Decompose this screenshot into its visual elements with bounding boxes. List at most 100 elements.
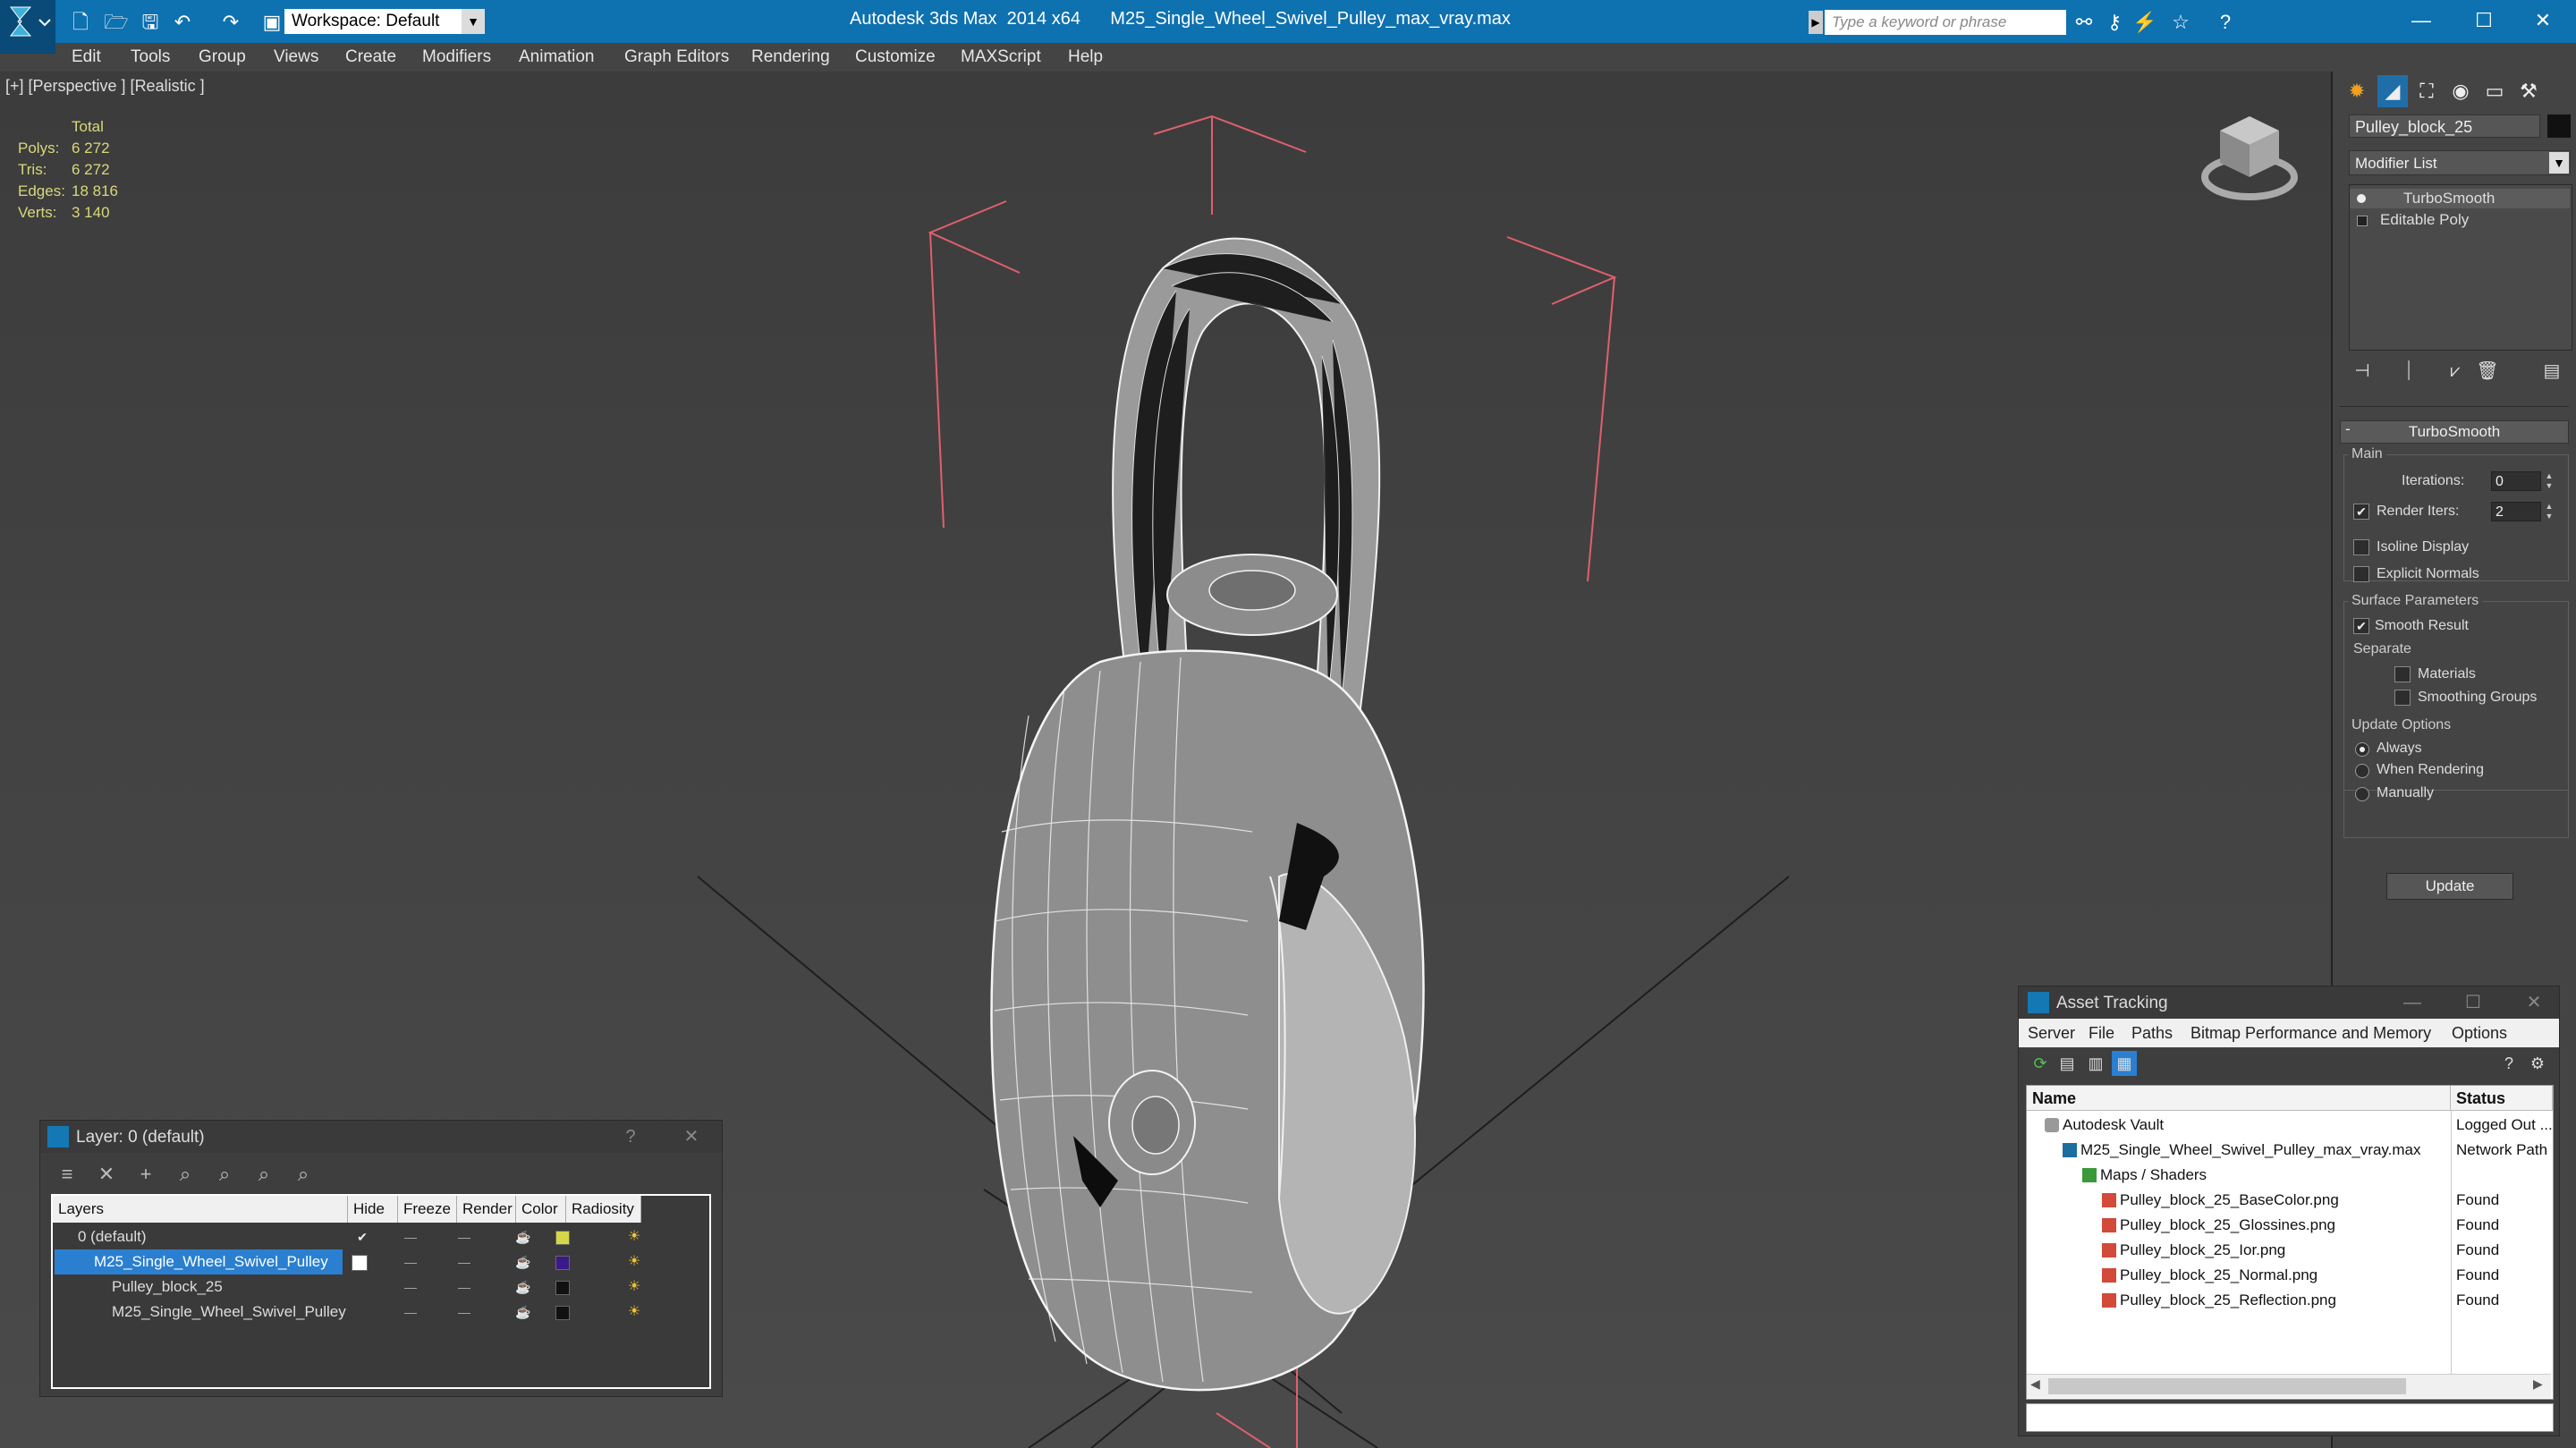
render-teapot-icon[interactable]: ☕ bbox=[505, 1224, 541, 1249]
radiosity-icon[interactable]: ☀ bbox=[625, 1253, 643, 1271]
chevron-down-icon[interactable]: ▼ bbox=[2549, 152, 2569, 174]
workspace-select[interactable]: Workspace: Default bbox=[284, 9, 476, 34]
asset-row[interactable]: Autodesk Vault Logged Out ... bbox=[2027, 1113, 2553, 1138]
close-icon[interactable]: ✕ bbox=[2521, 5, 2565, 36]
hide-toggle[interactable]: — bbox=[393, 1249, 428, 1274]
manually-radio[interactable] bbox=[2355, 787, 2369, 801]
save-file-icon[interactable]: 🖫 bbox=[134, 11, 166, 34]
asset-row[interactable]: Pulley_block_25_Reflection.png Found bbox=[2027, 1288, 2553, 1313]
communication-icon[interactable]: ⚡ bbox=[2132, 11, 2157, 34]
search-expand-icon[interactable]: ▶ bbox=[1809, 11, 1823, 34]
binoculars-icon[interactable]: ⚯ bbox=[2072, 11, 2097, 34]
layer-color-swatch[interactable] bbox=[555, 1306, 570, 1320]
render-teapot-icon[interactable]: ☕ bbox=[505, 1249, 541, 1274]
stack-item-editable-poly[interactable]: Editable Poly bbox=[2350, 210, 2570, 230]
menu-views[interactable]: Views bbox=[274, 43, 318, 72]
minimize-icon[interactable]: — bbox=[2402, 992, 2423, 1013]
delete-layer-icon[interactable]: ✕ bbox=[92, 1160, 121, 1189]
display-tab-icon[interactable]: ▭ bbox=[2479, 75, 2510, 107]
isoline-display-checkbox[interactable] bbox=[2353, 539, 2369, 555]
lightbulb-icon[interactable] bbox=[2357, 194, 2366, 203]
asset-row[interactable]: Pulley_block_25_Ior.png Found bbox=[2027, 1238, 2553, 1263]
create-tab-icon[interactable]: ✹ bbox=[2342, 75, 2372, 107]
column-status[interactable]: Status bbox=[2451, 1086, 2553, 1111]
close-icon[interactable]: ✕ bbox=[2523, 992, 2545, 1013]
asset-row[interactable]: Pulley_block_25_Normal.png Found bbox=[2027, 1263, 2553, 1288]
refresh-icon[interactable]: ⟳ bbox=[2028, 1051, 2053, 1076]
menu-paths[interactable]: Paths bbox=[2131, 1019, 2173, 1047]
column-freeze[interactable]: Freeze bbox=[398, 1196, 457, 1223]
menu-animation[interactable]: Animation bbox=[519, 43, 595, 72]
active-layer-check-icon[interactable]: ✔ bbox=[344, 1224, 380, 1249]
radiosity-icon[interactable]: ☀ bbox=[625, 1303, 643, 1321]
menu-options[interactable]: Options bbox=[2452, 1019, 2507, 1047]
redo-icon[interactable]: ↷ bbox=[215, 11, 247, 34]
motion-tab-icon[interactable]: ◉ bbox=[2445, 75, 2476, 107]
render-iters-spinner[interactable]: 2 bbox=[2491, 502, 2541, 521]
layer-row[interactable]: M25_Single_Wheel_Swivel_Pulley — — ☕ ☀ bbox=[53, 1249, 679, 1274]
modifier-list-dropdown[interactable]: Modifier List bbox=[2349, 150, 2571, 175]
asset-dialog-titlebar[interactable]: Asset Tracking — ☐ ✕ bbox=[2019, 987, 2559, 1019]
scroll-left-icon[interactable]: ◀ bbox=[2030, 1376, 2040, 1392]
column-layers[interactable]: Layers bbox=[53, 1196, 348, 1223]
hide-toggle[interactable]: — bbox=[393, 1300, 428, 1325]
spinner-arrows-icon[interactable]: ▲ ▼ bbox=[2543, 502, 2555, 521]
remove-modifier-icon[interactable]: 🗑 bbox=[2474, 358, 2501, 385]
add-to-layer-icon[interactable]: + bbox=[131, 1160, 160, 1189]
show-end-result-icon[interactable]: ⏐ bbox=[2395, 358, 2422, 385]
radiosity-icon[interactable]: ☀ bbox=[625, 1278, 643, 1296]
create-layer-icon[interactable]: ≡ bbox=[53, 1160, 81, 1189]
layer-row[interactable]: 0 (default) ✔ — — ☕ ☀ bbox=[53, 1224, 679, 1249]
object-color-swatch[interactable] bbox=[2547, 114, 2571, 138]
scrollbar-thumb[interactable] bbox=[2048, 1378, 2406, 1394]
hide-toggle[interactable]: — bbox=[393, 1274, 428, 1300]
freeze-toggle[interactable]: — bbox=[446, 1249, 482, 1274]
expand-icon[interactable] bbox=[2357, 216, 2368, 226]
open-file-icon[interactable]: 🗁 bbox=[100, 11, 132, 34]
layer-dialog-titlebar[interactable]: Layer: 0 (default) ? ✕ bbox=[40, 1121, 722, 1153]
menu-file[interactable]: File bbox=[2089, 1019, 2114, 1047]
chevron-down-icon[interactable]: ▼ bbox=[462, 9, 485, 34]
column-name[interactable]: Name bbox=[2027, 1086, 2451, 1111]
asset-row[interactable]: Maps / Shaders bbox=[2027, 1163, 2553, 1188]
freeze-all-layers-icon[interactable]: ⌕ bbox=[289, 1160, 318, 1189]
hide-toggle[interactable]: — bbox=[393, 1224, 428, 1249]
hierarchy-tab-icon[interactable]: ⛶ bbox=[2411, 75, 2442, 107]
layer-row[interactable]: Pulley_block_25 — — ☕ ☀ bbox=[53, 1274, 679, 1300]
layer-color-swatch[interactable] bbox=[555, 1281, 570, 1295]
menu-rendering[interactable]: Rendering bbox=[751, 43, 830, 72]
menu-group[interactable]: Group bbox=[199, 43, 246, 72]
detail-view-icon[interactable]: ▥ bbox=[2083, 1051, 2108, 1076]
key-icon[interactable]: ⚷ bbox=[2102, 11, 2127, 34]
configure-sets-icon[interactable]: ▤ bbox=[2538, 358, 2565, 385]
update-button[interactable]: Update bbox=[2386, 873, 2513, 900]
utilities-tab-icon[interactable]: ⚒ bbox=[2513, 75, 2544, 107]
collapse-icon[interactable]: - bbox=[2345, 420, 2351, 438]
menu-bitmap-performance[interactable]: Bitmap Performance and Memory bbox=[2190, 1019, 2431, 1047]
menu-create[interactable]: Create bbox=[345, 43, 396, 72]
viewport-label[interactable]: [+] [Perspective ] [Realistic ] bbox=[5, 77, 205, 96]
close-icon[interactable]: ✕ bbox=[681, 1126, 702, 1147]
make-unique-icon[interactable]: ⩗ bbox=[2442, 358, 2469, 385]
when-rendering-radio[interactable] bbox=[2355, 764, 2369, 778]
active-layer-box[interactable] bbox=[352, 1255, 368, 1271]
render-teapot-icon[interactable]: ☕ bbox=[505, 1300, 541, 1325]
layer-color-swatch[interactable] bbox=[555, 1256, 570, 1270]
asset-row[interactable]: Pulley_block_25_Glossines.png Found bbox=[2027, 1213, 2553, 1238]
undo-icon[interactable]: ↶ bbox=[166, 11, 199, 34]
select-objects-icon[interactable]: ⌕ bbox=[171, 1160, 199, 1189]
app-logo-button[interactable] bbox=[0, 0, 55, 54]
freeze-toggle[interactable]: — bbox=[446, 1274, 482, 1300]
project-folder-icon[interactable]: ▣ bbox=[256, 11, 288, 34]
search-input[interactable]: Type a keyword or phrase bbox=[1825, 10, 2066, 35]
hide-all-layers-icon[interactable]: ⌕ bbox=[250, 1160, 278, 1189]
always-radio[interactable] bbox=[2355, 742, 2369, 757]
explicit-normals-checkbox[interactable] bbox=[2353, 566, 2369, 582]
highlight-layer-icon[interactable]: ⌕ bbox=[210, 1160, 239, 1189]
menu-server[interactable]: Server bbox=[2028, 1019, 2075, 1047]
menu-customize[interactable]: Customize bbox=[855, 43, 936, 72]
spinner-arrows-icon[interactable]: ▲ ▼ bbox=[2543, 471, 2555, 491]
turbosmooth-rollout-header[interactable]: TurboSmooth bbox=[2340, 420, 2569, 444]
table-view-icon[interactable]: ▦ bbox=[2112, 1051, 2137, 1076]
minimize-icon[interactable]: — bbox=[2399, 5, 2444, 36]
